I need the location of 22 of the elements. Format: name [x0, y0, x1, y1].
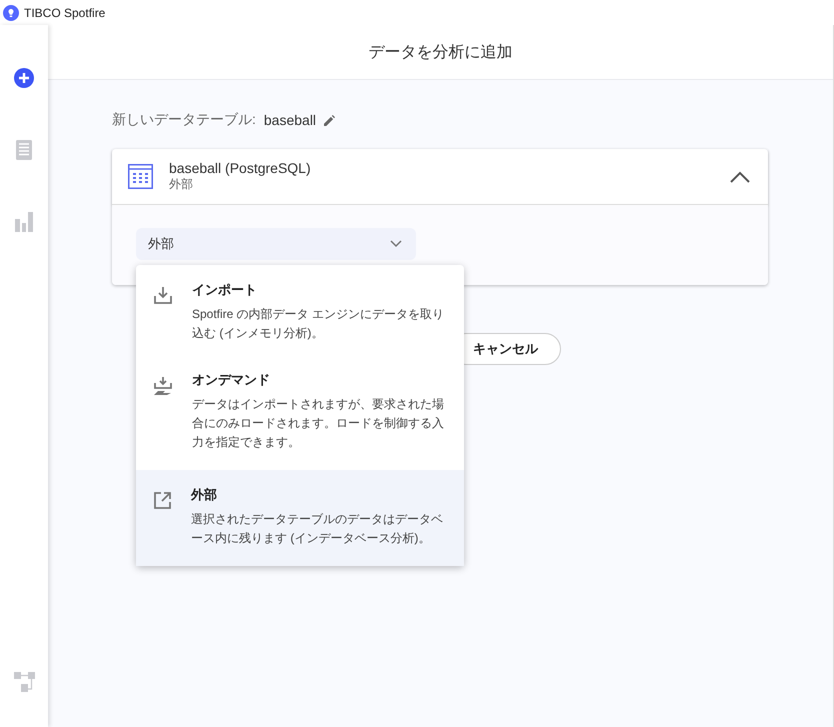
option-title: オンデマンド [192, 371, 271, 389]
download-icon [154, 287, 172, 304]
chevron-icon[interactable] [730, 170, 750, 182]
option-description: 選択されたデータテーブルのデータはデータベース内に残ります (インデータベース分析)。 [191, 511, 444, 547]
option-description: データはインポートされますが、要求された場合にのみロードされます。ロードを制御する入力を指定できます。 [192, 396, 445, 451]
menu-option[interactable]: 外部 選択されたデータテーブルのデータはデータベース内に残ります (インデータベース分析)。 [136, 470, 464, 566]
download-hand-icon [154, 377, 172, 395]
option-title: インポート [192, 281, 258, 299]
add-icon[interactable] [14, 68, 34, 88]
page-title: データを分析に追加 [368, 42, 512, 62]
app-logo-icon [3, 4, 19, 20]
table-name-label: 新しいデータテーブル: [112, 111, 256, 129]
option-description: Spotfire の内部データ エンジンにデータを取り込む (インメモリ分析)。 [192, 306, 446, 342]
load-method-select[interactable]: 外部 [136, 228, 416, 260]
source-subtitle: 外部 [169, 176, 194, 193]
external-link-icon [154, 492, 171, 509]
source-title: baseball (PostgreSQL) [169, 160, 312, 176]
table-name: baseball [264, 112, 316, 128]
pencil-icon[interactable] [324, 114, 336, 126]
option-title: 外部 [191, 486, 218, 504]
table-icon [128, 164, 153, 189]
window-title: TIBCO Spotfire [24, 6, 106, 20]
